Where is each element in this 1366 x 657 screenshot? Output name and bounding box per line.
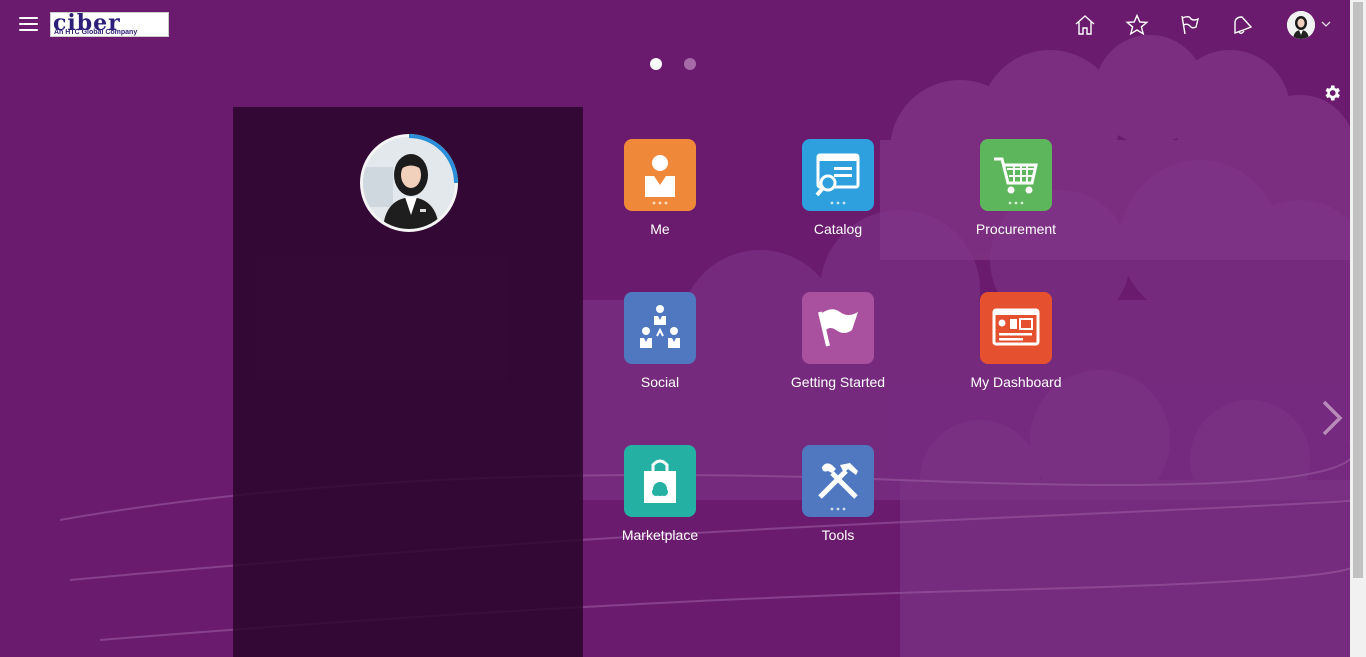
tile-tools-box (802, 445, 874, 517)
tile-getting-started[interactable]: Getting Started (763, 292, 913, 412)
tile-procurement[interactable]: Procurement (941, 139, 1091, 259)
top-header: ciber An HTC Global Company (0, 0, 1350, 50)
tile-getting-started-box (802, 292, 874, 364)
company-logo[interactable]: ciber An HTC Global Company (50, 12, 169, 37)
person-icon (645, 155, 675, 205)
tile-social[interactable]: Social (585, 292, 735, 412)
tile-social-label: Social (640, 374, 680, 390)
people-network-icon (640, 305, 680, 348)
shopping-cart-icon (994, 157, 1038, 205)
scrollbar-thumb[interactable] (1353, 2, 1363, 578)
tile-my-dashboard[interactable]: My Dashboard (941, 292, 1091, 412)
star-icon[interactable] (1125, 13, 1149, 37)
vertical-scrollbar[interactable] (1350, 0, 1366, 657)
tile-my-dashboard-label: My Dashboard (970, 374, 1062, 390)
profile-progress-ring (408, 134, 458, 184)
shopping-bag-icon (644, 459, 676, 503)
tile-tools-label: Tools (821, 527, 855, 543)
hamburger-menu-icon[interactable] (19, 17, 38, 32)
tile-me-box (624, 139, 696, 211)
page-dot-1[interactable] (650, 58, 662, 70)
tile-tools[interactable]: Tools (763, 445, 913, 565)
flag-icon[interactable] (1177, 13, 1201, 37)
user-avatar[interactable] (1287, 11, 1315, 39)
bell-icon[interactable] (1230, 13, 1254, 37)
tile-marketplace-box (624, 445, 696, 517)
tile-catalog-box (802, 139, 874, 211)
tile-me[interactable]: Me (585, 139, 735, 259)
chevron-down-icon[interactable] (1320, 18, 1332, 30)
next-page-arrow-icon[interactable] (1318, 398, 1346, 438)
tile-marketplace-label: Marketplace (621, 527, 699, 543)
wrench-hammer-icon (818, 463, 858, 511)
tile-social-box (624, 292, 696, 364)
tile-marketplace[interactable]: Marketplace (585, 445, 735, 565)
tile-my-dashboard-box (980, 292, 1052, 364)
tile-procurement-box (980, 139, 1052, 211)
tile-procurement-label: Procurement (975, 221, 1057, 237)
catalog-search-icon (815, 153, 860, 205)
profile-panel (233, 107, 583, 657)
logo-subtext: An HTC Global Company (54, 29, 138, 36)
home-icon[interactable] (1073, 13, 1097, 37)
gear-icon[interactable] (1322, 83, 1342, 103)
tile-me-label: Me (650, 221, 670, 237)
user-avatar-image (1287, 11, 1315, 39)
dashboard-icon (992, 308, 1040, 346)
page-dot-2[interactable] (684, 58, 696, 70)
tile-catalog-label: Catalog (813, 221, 863, 237)
tile-catalog[interactable]: Catalog (763, 139, 913, 259)
tile-getting-started-label: Getting Started (790, 374, 886, 390)
flag-icon (818, 309, 858, 347)
